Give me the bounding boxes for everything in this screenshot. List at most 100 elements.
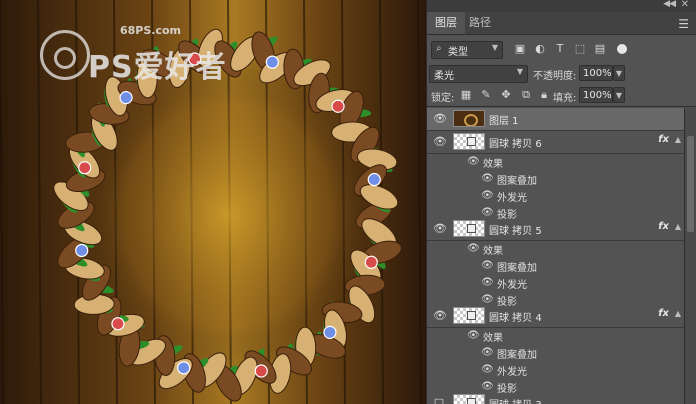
document-canvas[interactable]: 68PS.com PS爱好者 bbox=[0, 0, 426, 404]
layer-row-ball-copy-5[interactable]: 👁︎ 圆球 拷贝 5 fx ▲ bbox=[427, 218, 685, 241]
eye-icon[interactable]: 👁︎ bbox=[481, 190, 494, 202]
effect-item[interactable]: 👁︎ 外发光 bbox=[427, 187, 685, 204]
wreath-ornament-ball bbox=[254, 364, 268, 378]
effect-item[interactable]: 👁︎ 图案叠加 bbox=[427, 257, 685, 274]
smart-object-icon bbox=[467, 311, 476, 320]
filter-adjustment-icon[interactable]: ◐ bbox=[533, 42, 547, 56]
chevron-up-icon[interactable]: ▲ bbox=[675, 309, 681, 318]
layer-row-layer-1[interactable]: 👁︎ 图层 1 bbox=[427, 108, 685, 131]
tab-paths[interactable]: 路径 bbox=[461, 12, 499, 34]
eye-icon[interactable]: 👁︎ bbox=[481, 173, 494, 185]
effect-item[interactable]: 👁︎ 图案叠加 bbox=[427, 344, 685, 361]
panel-menu-icon[interactable]: ☰ bbox=[678, 17, 689, 31]
layer-name: 圆球 拷贝 6 bbox=[489, 139, 542, 150]
fill-input[interactable]: 100% bbox=[579, 87, 613, 103]
eye-icon[interactable]: 👁︎ bbox=[433, 223, 447, 235]
eye-icon[interactable]: 👁︎ bbox=[481, 347, 494, 359]
layer-row-ball-copy-6[interactable]: 👁︎ 圆球 拷贝 6 fx ▲ bbox=[427, 131, 685, 154]
lock-position-icon[interactable]: ✥ bbox=[499, 88, 513, 102]
lock-transparent-icon[interactable]: ▦ bbox=[459, 88, 473, 102]
eye-icon[interactable]: 👁︎ bbox=[467, 243, 480, 255]
fill-label: 填充: bbox=[553, 93, 577, 104]
watermark-site: 68PS.com bbox=[120, 24, 182, 37]
eye-icon[interactable]: 👁︎ bbox=[433, 136, 447, 148]
wreath-ornament-ball bbox=[75, 243, 89, 258]
chevron-down-icon: ▼ bbox=[491, 43, 498, 52]
eye-icon[interactable]: 👁︎ bbox=[467, 330, 480, 342]
filter-toggle-icon[interactable] bbox=[617, 44, 627, 54]
tab-layers[interactable]: 图层 bbox=[427, 12, 465, 34]
opacity-dropdown-icon[interactable]: ▼ bbox=[613, 65, 625, 81]
wreath-ornament-ball bbox=[331, 99, 345, 113]
wreath-ornament-ball bbox=[119, 91, 133, 105]
layer-row-ball-copy-4[interactable]: 👁︎ 圆球 拷贝 4 fx ▲ bbox=[427, 305, 685, 328]
layer-name: 圆球 拷贝 5 bbox=[489, 226, 542, 237]
filter-shape-icon[interactable]: ⬚ bbox=[573, 42, 587, 56]
fx-icon[interactable]: fx bbox=[658, 221, 669, 232]
effect-name: 图案叠加 bbox=[497, 350, 537, 361]
layers-scrollbar[interactable] bbox=[684, 108, 696, 404]
lock-label: 锁定: bbox=[431, 93, 455, 104]
filter-kind-select[interactable]: ⌕ 类型 ▼ bbox=[431, 41, 503, 59]
opacity-input[interactable]: 100% bbox=[579, 65, 613, 81]
effect-item[interactable]: 👁︎ 图案叠加 bbox=[427, 170, 685, 187]
wreath-ornament-ball bbox=[367, 172, 381, 187]
fx-icon[interactable]: fx bbox=[658, 134, 669, 145]
filter-smart-object-icon[interactable]: ▤ bbox=[593, 42, 607, 56]
eye-icon[interactable]: 👁︎ bbox=[433, 113, 447, 125]
eye-icon[interactable]: 👁︎ bbox=[467, 156, 480, 168]
layers-panel: ◀◀ ✕ 图层 路径 ☰ ⌕ 类型 ▼ ▣ ◐ T ⬚ ▤ 柔光 ▼ 不透明度:… bbox=[426, 0, 696, 404]
effects-group[interactable]: 👁︎ 效果 bbox=[427, 240, 685, 257]
effect-name: 外发光 bbox=[497, 280, 527, 291]
layers-list: 👁︎ 图层 1 👁︎ 圆球 拷贝 6 fx ▲ 👁︎ 效果 👁︎ 图案叠加 👁︎… bbox=[427, 108, 685, 404]
collapse-icon[interactable]: ◀◀ bbox=[663, 0, 676, 9]
effect-item[interactable]: 👁︎ 外发光 bbox=[427, 361, 685, 378]
filter-type-icon[interactable]: T bbox=[553, 42, 567, 56]
layer-name: 圆球 拷贝 4 bbox=[489, 313, 542, 324]
fx-icon[interactable]: fx bbox=[658, 308, 669, 319]
layer-name: 图层 1 bbox=[489, 116, 519, 127]
eye-icon[interactable]: 👁︎ bbox=[481, 277, 494, 289]
blend-row: 柔光 ▼ 不透明度: 100% ▼ bbox=[427, 64, 696, 84]
effects-group[interactable]: 👁︎ 效果 bbox=[427, 327, 685, 344]
eye-icon[interactable]: 👁︎ bbox=[433, 310, 447, 322]
smart-object-icon bbox=[467, 137, 476, 146]
effects-group[interactable]: 👁︎ 效果 bbox=[427, 153, 685, 170]
effect-name: 图案叠加 bbox=[497, 176, 537, 187]
wreath-ornament-ball bbox=[265, 55, 279, 69]
close-icon[interactable]: ✕ bbox=[681, 0, 689, 10]
eye-icon[interactable]: 👁︎ bbox=[481, 260, 494, 272]
panel-tabs: 图层 路径 ☰ bbox=[427, 12, 696, 35]
visibility-box[interactable]: □ bbox=[433, 397, 445, 404]
filter-pixel-icon[interactable]: ▣ bbox=[513, 42, 527, 56]
wreath-ornament-ball bbox=[323, 325, 337, 339]
blend-mode-select[interactable]: 柔光 ▼ bbox=[429, 65, 528, 83]
blend-mode-value: 柔光 bbox=[434, 71, 454, 82]
filter-row: ⌕ 类型 ▼ ▣ ◐ T ⬚ ▤ bbox=[427, 40, 696, 60]
lock-artboard-icon[interactable]: ⧉ bbox=[519, 88, 533, 102]
layer-name: 圆球 拷贝 3 bbox=[489, 396, 542, 404]
effects-label: 效果 bbox=[483, 159, 503, 170]
effect-name: 外发光 bbox=[497, 193, 527, 204]
smart-object-icon bbox=[467, 398, 476, 404]
effects-label: 效果 bbox=[483, 246, 503, 257]
wreath-ornament-ball bbox=[364, 255, 378, 269]
effect-name: 图案叠加 bbox=[497, 263, 537, 274]
effect-name: 外发光 bbox=[497, 367, 527, 378]
chevron-up-icon[interactable]: ▲ bbox=[675, 222, 681, 231]
effect-item[interactable]: 👁︎ 外发光 bbox=[427, 274, 685, 291]
scrollbar-thumb[interactable] bbox=[687, 136, 694, 232]
chevron-down-icon: ▼ bbox=[516, 67, 523, 76]
smart-object-icon bbox=[467, 224, 476, 233]
layer-row-ball-copy-3[interactable]: □ 圆球 拷贝 3 bbox=[427, 392, 685, 404]
wreath-ornament-ball bbox=[177, 361, 191, 375]
chevron-up-icon[interactable]: ▲ bbox=[675, 135, 681, 144]
lock-brush-icon[interactable]: ✎ bbox=[479, 88, 493, 102]
filter-kind-label: 类型 bbox=[448, 47, 468, 58]
lock-all-icon[interactable]: 🔒︎ bbox=[537, 88, 551, 102]
search-icon: ⌕ bbox=[436, 43, 442, 54]
eye-icon[interactable]: 👁︎ bbox=[481, 364, 494, 376]
layer-thumbnail bbox=[453, 110, 485, 127]
fill-dropdown-icon[interactable]: ▼ bbox=[613, 87, 625, 103]
watermark-logo-icon bbox=[40, 30, 90, 80]
